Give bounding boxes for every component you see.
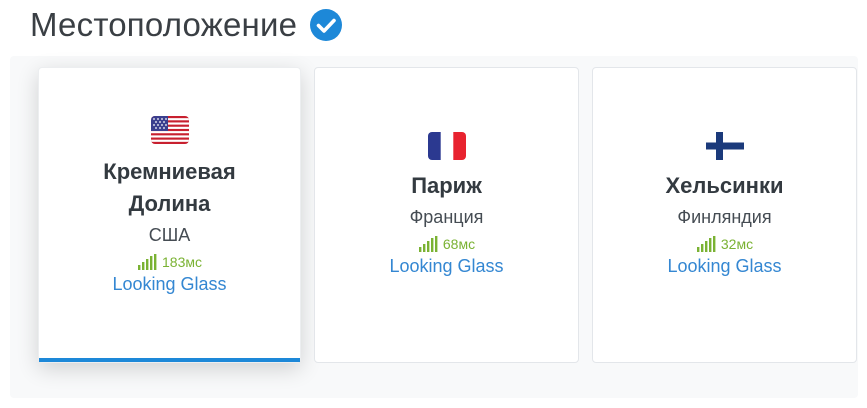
city-name: Париж <box>411 173 482 198</box>
fr-flag-icon <box>427 132 466 160</box>
us-flag-icon <box>150 116 189 144</box>
location-card-paris[interactable]: Париж Франция 68мс Looking Glass <box>314 67 579 363</box>
country-name: Финляндия <box>677 207 772 227</box>
ping-indicator: 68мс <box>418 236 475 252</box>
looking-glass-link[interactable]: Looking Glass <box>667 256 781 277</box>
selected-indicator <box>39 358 300 362</box>
verified-check-icon <box>309 8 343 42</box>
ping-indicator: 32мс <box>696 236 753 252</box>
signal-strength-icon <box>418 236 438 252</box>
fi-flag-icon <box>705 132 744 160</box>
section-header: Местоположение <box>30 6 343 44</box>
country-name: Франция <box>409 207 484 227</box>
signal-strength-icon <box>137 254 157 270</box>
location-card-silicon-valley[interactable]: Кремниевая Долина США 183мс Looking Glas… <box>38 67 301 363</box>
city-name: Кремниевая Долина <box>103 159 236 216</box>
location-card-helsinki[interactable]: Хельсинки Финляндия 32мс Looking Glass <box>592 67 857 363</box>
ping-value: 183мс <box>162 254 202 270</box>
ping-value: 68мс <box>442 236 476 252</box>
looking-glass-link[interactable]: Looking Glass <box>112 274 226 295</box>
signal-strength-icon <box>696 236 716 252</box>
country-name: США <box>148 225 191 245</box>
ping-value: 32мс <box>720 236 754 252</box>
looking-glass-link[interactable]: Looking Glass <box>389 256 503 277</box>
section-title: Местоположение <box>30 6 298 43</box>
city-name: Хельсинки <box>665 173 784 198</box>
ping-indicator: 183мс <box>137 254 202 270</box>
